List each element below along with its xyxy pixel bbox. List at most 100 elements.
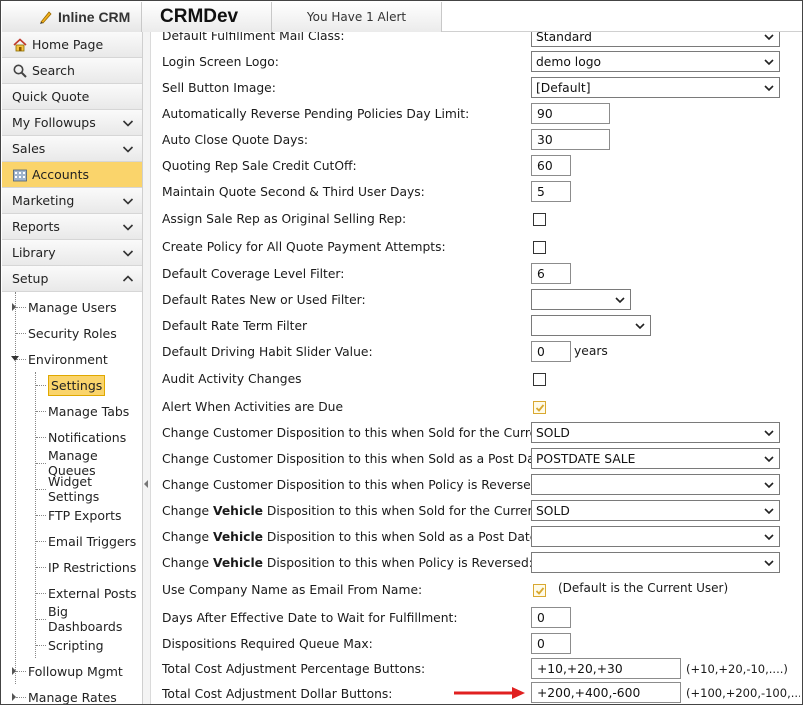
tree-item-ftp-exports[interactable]: FTP Exports — [2, 502, 142, 528]
fulfillment-mail-class-select[interactable]: Standard — [531, 32, 780, 47]
veh-disp-sold-current-select[interactable]: SOLD — [531, 500, 780, 521]
tree-item-ip-restrictions[interactable]: IP Restrictions — [2, 554, 142, 580]
setting-row: Default Rates New or Used Filter: — [162, 288, 800, 314]
tree-item-manage-tabs[interactable]: Manage Tabs — [2, 398, 142, 424]
sidebar-splitter[interactable] — [143, 32, 151, 704]
sell-button-image-select[interactable]: [Default] — [531, 77, 780, 98]
sidebar-item-label: Reports — [12, 219, 60, 234]
setting-row: Default Rate Term Filter — [162, 314, 800, 340]
veh-disp-sold-post-select[interactable] — [531, 526, 780, 547]
setting-label: Alert When Activities are Due — [162, 400, 344, 414]
chevron-down-icon — [122, 120, 134, 127]
chevron-down-icon — [122, 250, 134, 257]
tree-item-manage-rates[interactable]: Manage Rates — [2, 684, 142, 704]
years-suffix: years — [574, 344, 608, 358]
setting-label: Change Vehicle Disposition to this when … — [162, 530, 542, 544]
tree-item-external-posts[interactable]: External Posts — [2, 580, 142, 606]
setting-label: Days After Effective Date to Wait for Fu… — [162, 611, 458, 625]
cost-adjustment-dollar-input[interactable]: +200,+400,-600 — [531, 682, 681, 703]
login-screen-logo-select[interactable]: demo logo — [531, 51, 780, 72]
tree-label: Followup Mgmt — [28, 663, 123, 679]
select-value: POSTDATE SALE — [536, 451, 636, 466]
tree-item-widget-settings[interactable]: Widget Settings — [2, 474, 142, 504]
sidebar-item-home-page[interactable]: Home Page — [2, 32, 142, 58]
maintain-quote-days-input[interactable]: 5 — [531, 181, 571, 202]
setting-label: Change Vehicle Disposition to this when … — [162, 504, 578, 518]
sidebar-item-reports[interactable]: Reports — [2, 214, 142, 240]
sidebar-item-label: Setup — [12, 271, 49, 286]
collapse-arrow-icon[interactable] — [11, 356, 19, 361]
sidebar-item-search[interactable]: Search — [2, 58, 142, 84]
tree-item-followup-mgmt[interactable]: Followup Mgmt — [2, 658, 142, 684]
logo[interactable]: Inline CRM — [2, 2, 142, 32]
tree-item-manage-users[interactable]: Manage Users — [2, 294, 142, 320]
setting-label: Sell Button Image: — [162, 81, 276, 95]
alert-when-due-checkbox[interactable] — [533, 401, 546, 414]
sidebar-item-quick-quote[interactable]: Quick Quote — [2, 84, 142, 110]
sidebar-item-setup[interactable]: Setup — [2, 266, 142, 292]
select-value: [Default] — [536, 80, 591, 95]
auto-close-quote-days-input[interactable]: 30 — [531, 129, 610, 150]
quoting-rep-cutoff-input[interactable]: 60 — [531, 155, 571, 176]
collapse-sidebar-icon[interactable] — [144, 480, 148, 488]
chevron-up-icon — [122, 275, 134, 282]
sidebar-item-label: Sales — [12, 141, 46, 156]
coverage-level-filter-input[interactable]: 6 — [531, 263, 571, 284]
sidebar-item-my-followups[interactable]: My Followups — [2, 110, 142, 136]
setting-row: Change Customer Disposition to this when… — [162, 447, 800, 473]
setting-label: Auto Close Quote Days: — [162, 133, 308, 147]
driving-habit-input[interactable]: 0 — [531, 341, 571, 362]
sidebar-item-sales[interactable]: Sales — [2, 136, 142, 162]
create-policy-all-attempts-checkbox[interactable] — [533, 241, 546, 254]
tree-item-settings[interactable]: Settings — [2, 372, 142, 398]
chevron-down-icon — [122, 198, 134, 205]
rate-term-filter-select[interactable] — [531, 315, 651, 336]
cust-disp-sold-current-select[interactable]: SOLD — [531, 422, 780, 443]
rates-new-used-select[interactable] — [531, 289, 631, 310]
setting-label: Login Screen Logo: — [162, 55, 279, 69]
sidebar-item-library[interactable]: Library — [2, 240, 142, 266]
chevron-down-icon — [764, 560, 774, 567]
days-after-effective-input[interactable]: 0 — [531, 607, 571, 628]
alert-notice[interactable]: You Have 1 Alert — [272, 2, 442, 32]
tree-item-environment[interactable]: Environment — [2, 346, 142, 372]
dispositions-queue-max-input[interactable]: 0 — [531, 633, 571, 654]
assign-sale-rep-checkbox[interactable] — [533, 213, 546, 226]
setting-row: Audit Activity Changes — [162, 367, 800, 393]
cost-adjustment-percentage-input[interactable]: +10,+20,+30 — [531, 658, 681, 679]
expand-arrow-icon[interactable] — [12, 303, 16, 311]
select-value: demo logo — [536, 54, 602, 69]
select-value: SOLD — [536, 425, 570, 440]
percentage-format-note: (+10,+20,-10,....) — [686, 662, 788, 676]
sidebar-item-accounts[interactable]: Accounts — [2, 162, 142, 188]
chevron-down-icon — [764, 85, 774, 92]
tree-item-manage-queues[interactable]: Manage Queues — [2, 448, 142, 478]
setting-label: Maintain Quote Second & Third User Days: — [162, 185, 425, 199]
audit-activity-changes-checkbox[interactable] — [533, 373, 546, 386]
logo-text: Inline CRM — [58, 9, 131, 25]
veh-disp-reversed-select[interactable] — [531, 552, 780, 573]
setting-label: Default Rates New or Used Filter: — [162, 293, 366, 307]
cust-disp-reversed-select[interactable] — [531, 474, 780, 495]
auto-reverse-days-input[interactable]: 90 — [531, 103, 610, 124]
setting-label: Use Company Name as Email From Name: — [162, 583, 423, 597]
setting-row: Auto Close Quote Days: 30 — [162, 128, 800, 154]
use-company-name-checkbox[interactable] — [533, 584, 546, 597]
chevron-down-icon — [635, 323, 645, 330]
sidebar: Home Page Search Quick Quote My Followup… — [2, 32, 143, 704]
tree-label: External Posts — [48, 585, 137, 601]
setting-row: Change Customer Disposition to this when… — [162, 473, 800, 499]
tree-item-security-roles[interactable]: Security Roles — [2, 320, 142, 346]
tree-item-notifications[interactable]: Notifications — [2, 424, 142, 450]
tree-item-email-triggers[interactable]: Email Triggers — [2, 528, 142, 554]
cust-disp-sold-post-select[interactable]: POSTDATE SALE — [531, 448, 780, 469]
tree-item-scripting[interactable]: Scripting — [2, 632, 142, 658]
tree-item-big-dashboards[interactable]: Big Dashboards — [2, 604, 142, 634]
accounts-icon — [13, 169, 27, 181]
expand-arrow-icon[interactable] — [12, 693, 16, 701]
chevron-down-icon — [764, 508, 774, 515]
setting-row: Default Coverage Level Filter: 6 — [162, 262, 800, 288]
expand-arrow-icon[interactable] — [12, 667, 16, 675]
app-title: CRMDev — [142, 2, 272, 32]
sidebar-item-marketing[interactable]: Marketing — [2, 188, 142, 214]
